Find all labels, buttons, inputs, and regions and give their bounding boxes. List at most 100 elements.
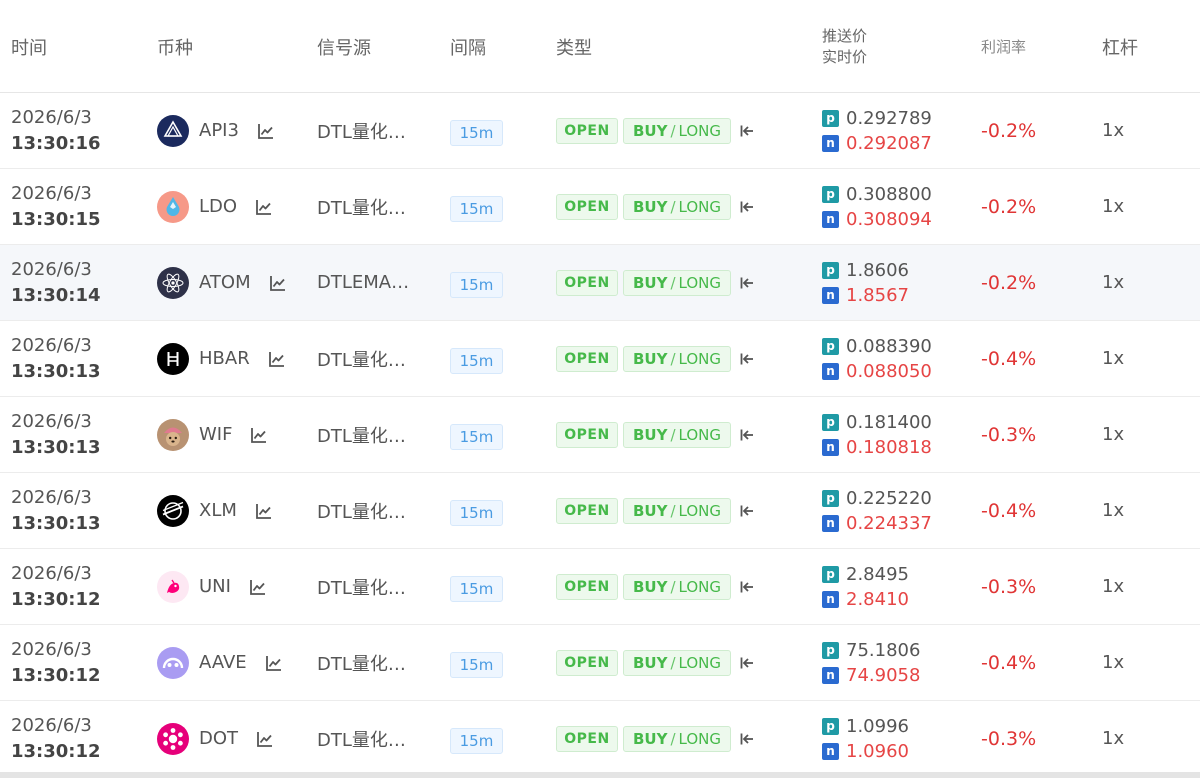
chart-icon[interactable] [256,730,274,748]
coin-name[interactable]: ATOM [199,272,251,293]
realtime-price: 0.292087 [846,132,932,154]
header-type[interactable]: 类型 [556,0,592,93]
direction-label: LONG [678,425,722,444]
profit-rate: -0.2% [981,271,1037,294]
entry-arrow-icon[interactable] [740,276,754,290]
header-coin[interactable]: 币种 [157,0,193,93]
price-cell: p 1.0996 n 1.0960 [822,701,909,776]
chart-icon[interactable] [257,122,275,140]
coin-name[interactable]: API3 [199,120,239,141]
realtime-price: 0.180818 [846,436,932,458]
header-source[interactable]: 信号源 [317,0,371,93]
chart-icon[interactable] [250,426,268,444]
chart-icon[interactable] [255,502,273,520]
signal-source[interactable]: DTL量化… [317,169,406,244]
wif-logo-icon [157,418,189,451]
side-separator: / [670,653,676,672]
push-price-line: p 0.181400 [822,410,932,435]
interval-badge: 15m [450,271,503,298]
profit-rate: -0.2% [981,195,1037,218]
table-row[interactable]: 2026/6/3 13:30:15 LDO DTL量化… 15m OPEN BU… [0,169,1200,245]
table-row[interactable]: 2026/6/3 13:30:13 HBAR DTL量化… 15m OPEN B… [0,321,1200,397]
signal-source[interactable]: DTL量化… [317,625,406,700]
header-leverage[interactable]: 杠杆 [1102,0,1138,93]
side-label: BUY [633,425,668,444]
side-separator: / [670,501,676,520]
realtime-price-badge: n [822,590,839,608]
realtime-price: 1.8567 [846,284,909,306]
price-cell: p 0.308800 n 0.308094 [822,169,932,244]
header-realtime-price[interactable]: 实时价 [822,47,867,68]
table-row[interactable]: 2026/6/3 13:30:13 WIF DTL量化… 15m OPEN BU… [0,397,1200,473]
coin-name[interactable]: WIF [199,424,232,445]
chart-icon[interactable] [269,274,287,292]
push-price-badge: p [822,337,839,355]
signal-source[interactable]: DTL量化… [317,93,406,168]
coin-name[interactable]: XLM [199,500,237,521]
signal-time: 13:30:13 [11,436,101,458]
chart-icon[interactable] [265,654,283,672]
chart-icon[interactable] [249,578,267,596]
table-row[interactable]: 2026/6/3 13:30:12 DOT DTL量化… 15m OPEN BU… [0,701,1200,777]
interval-cell: 15m [450,473,503,548]
coin-name[interactable]: HBAR [199,348,250,369]
entry-arrow-icon[interactable] [740,124,754,138]
open-badge: OPEN [556,573,618,600]
push-price: 0.225220 [846,487,932,509]
signal-source[interactable]: DTL量化… [317,321,406,396]
coin-name[interactable]: UNI [199,576,231,597]
table-row[interactable]: 2026/6/3 13:30:13 XLM DTL量化… 15m OPEN BU… [0,473,1200,549]
chart-icon[interactable] [255,198,273,216]
entry-arrow-icon[interactable] [740,352,754,366]
type-cell: OPEN BUY / LONG [556,245,754,320]
push-price-line: p 75.1806 [822,638,920,663]
realtime-price-line: n 1.0960 [822,739,909,764]
push-price: 0.088390 [846,335,932,357]
header-time[interactable]: 时间 [11,0,47,93]
signal-source[interactable]: DTL量化… [317,549,406,624]
entry-arrow-icon[interactable] [740,580,754,594]
table-row[interactable]: 2026/6/3 13:30:12 UNI DTL量化… 15m OPEN BU… [0,549,1200,625]
coin-cell: LDO [157,169,273,244]
signal-source[interactable]: DTL量化… [317,397,406,472]
signal-date: 2026/6/3 [11,334,92,356]
entry-arrow-icon[interactable] [740,656,754,670]
signal-source[interactable]: DTLEMA… [317,245,409,320]
side-separator: / [670,121,676,140]
interval-badge: 15m [450,575,503,602]
push-price-badge: p [822,261,839,279]
coin-name[interactable]: LDO [199,196,237,217]
interval-cell: 15m [450,169,503,244]
table-row[interactable]: 2026/6/3 13:30:16 API3 DTL量化… 15m OPEN B… [0,93,1200,169]
entry-arrow-icon[interactable] [740,732,754,746]
signal-source[interactable]: DTL量化… [317,701,406,776]
coin-name[interactable]: DOT [199,728,238,749]
header-interval[interactable]: 间隔 [450,0,486,93]
entry-arrow-icon[interactable] [740,200,754,214]
table-row[interactable]: 2026/6/3 13:30:12 AAVE DTL量化… 15m OPEN B… [0,625,1200,701]
atom-logo-icon [157,266,189,299]
signal-source[interactable]: DTL量化… [317,473,406,548]
entry-arrow-icon[interactable] [740,428,754,442]
direction-label: LONG [678,729,722,748]
horizontal-scrollbar[interactable] [0,772,1200,778]
header-profit[interactable]: 利润率 [981,0,1026,93]
push-price-line: p 2.8495 [822,562,909,587]
table-row[interactable]: 2026/6/3 13:30:14 ATOM DTLEMA… 15m OPEN … [0,245,1200,321]
side-separator: / [670,577,676,596]
realtime-price: 2.8410 [846,588,909,610]
push-price-line: p 0.292789 [822,106,932,131]
realtime-price: 0.308094 [846,208,932,230]
header-push-price[interactable]: 推送价 [822,26,867,47]
realtime-price-line: n 0.224337 [822,511,932,536]
interval-cell: 15m [450,701,503,776]
signal-time: 13:30:13 [11,512,101,534]
entry-arrow-icon[interactable] [740,504,754,518]
open-badge: OPEN [556,497,618,524]
chart-icon[interactable] [268,350,286,368]
coin-name[interactable]: AAVE [199,652,247,673]
profit-rate: -0.3% [981,727,1037,750]
interval-badge: 15m [450,423,503,450]
direction-label: LONG [678,121,722,140]
price-cell: p 2.8495 n 2.8410 [822,549,909,624]
